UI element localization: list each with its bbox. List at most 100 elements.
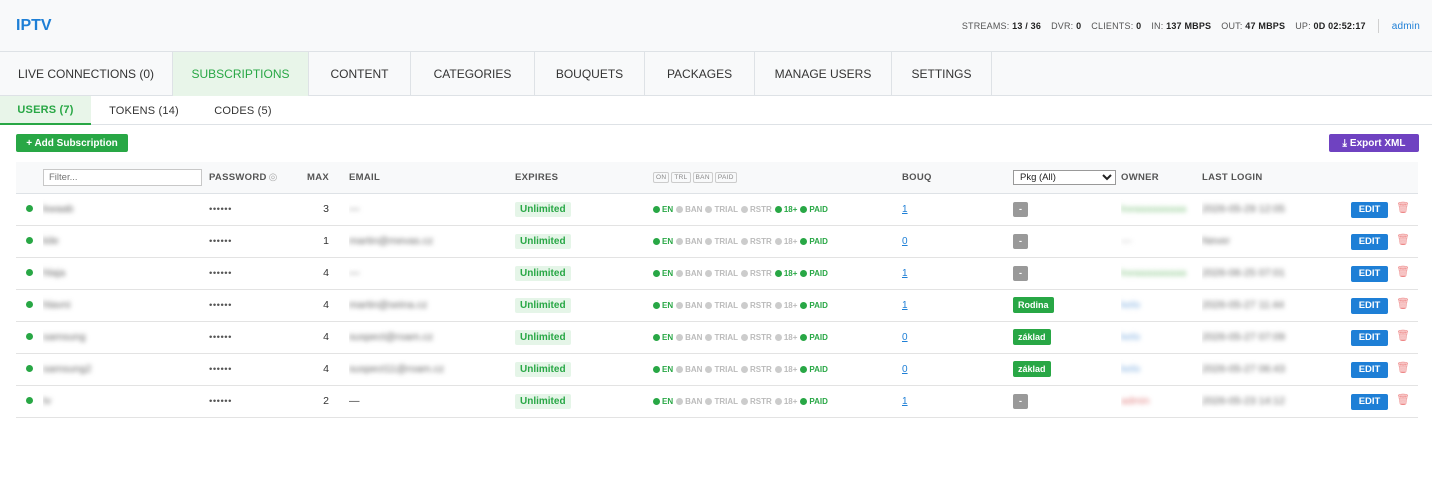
flag-trial[interactable]: TRIAL <box>705 397 738 406</box>
edit-button[interactable]: EDIT <box>1351 265 1389 282</box>
flag-paid[interactable]: PAID <box>800 301 828 310</box>
trash-icon[interactable]: 🗑 <box>1396 233 1410 246</box>
flag-trial[interactable]: TRIAL <box>705 237 738 246</box>
trash-icon[interactable]: 🗑 <box>1396 201 1410 214</box>
flag-dot-icon <box>705 270 713 277</box>
subtab-tokens[interactable]: TOKENS (14) <box>91 96 197 125</box>
flag-18plus[interactable]: 18+ <box>774 205 797 214</box>
admin-user-link[interactable]: admin <box>1392 21 1420 32</box>
tab-content[interactable]: CONTENT <box>309 52 411 96</box>
owner: kwaaaaaaaaa <box>1121 203 1187 215</box>
flag-18plus[interactable]: 18+ <box>774 237 797 246</box>
tab-categories[interactable]: CATEGORIES <box>411 52 535 96</box>
flag-ban[interactable]: BAN <box>676 397 702 406</box>
flag-trial[interactable]: TRIAL <box>705 365 738 374</box>
flag-rstr[interactable]: RSTR <box>741 205 772 214</box>
flag-rstr[interactable]: RSTR <box>741 269 772 278</box>
flag-en[interactable]: EN <box>653 365 673 374</box>
flag-en[interactable]: EN <box>653 269 673 278</box>
flag-18plus[interactable]: 18+ <box>774 397 797 406</box>
add-subscription-button[interactable]: + Add Subscription <box>16 134 128 152</box>
flag-en[interactable]: EN <box>653 237 673 246</box>
export-xml-button[interactable]: ⤓ Export XML <box>1329 134 1419 152</box>
flag-ban[interactable]: BAN <box>676 365 702 374</box>
flag-18plus[interactable]: 18+ <box>774 333 797 342</box>
flag-filter-paid[interactable]: PAID <box>714 172 737 184</box>
flag-trial[interactable]: TRIAL <box>705 269 738 278</box>
flags-cell: EN BAN TRIAL RSTR 18+ PAID <box>653 321 902 353</box>
bouq-cell: 0 <box>902 321 1013 353</box>
edit-button[interactable]: EDIT <box>1351 361 1389 378</box>
flag-paid[interactable]: PAID <box>800 237 828 246</box>
flag-en[interactable]: EN <box>653 397 673 406</box>
status-cell <box>16 321 43 353</box>
flag-ban[interactable]: BAN <box>676 205 702 214</box>
flag-rstr[interactable]: RSTR <box>741 301 772 310</box>
flag-18plus[interactable]: 18+ <box>774 301 797 310</box>
flag-en[interactable]: EN <box>653 205 673 214</box>
flag-trial[interactable]: TRIAL <box>705 205 738 214</box>
flag-trial[interactable]: TRIAL <box>705 333 738 342</box>
trash-icon[interactable]: 🗑 <box>1396 329 1410 342</box>
bouquet-count-link[interactable]: 0 <box>902 236 908 247</box>
flag-label: EN <box>662 237 674 246</box>
stat-4: OUT: 47 MBPS <box>1221 21 1285 31</box>
flag-rstr[interactable]: RSTR <box>741 397 772 406</box>
flag-en[interactable]: EN <box>653 333 673 342</box>
flag-18plus[interactable]: 18+ <box>774 269 797 278</box>
subtab-users[interactable]: USERS (7) <box>0 96 91 125</box>
bouquet-count-link[interactable]: 1 <box>902 204 908 215</box>
flag-label: PAID <box>809 333 828 342</box>
edit-button[interactable]: EDIT <box>1351 201 1389 218</box>
tab-subscriptions[interactable]: SUBSCRIPTIONS <box>173 52 309 96</box>
flag-paid[interactable]: PAID <box>800 365 828 374</box>
tab-packages[interactable]: PACKAGES <box>645 52 755 96</box>
tab-settings[interactable]: SETTINGS <box>892 52 992 96</box>
flag-trial[interactable]: TRIAL <box>705 301 738 310</box>
trash-icon[interactable]: 🗑 <box>1396 265 1410 278</box>
tab-bouquets[interactable]: BOUQUETS <box>535 52 645 96</box>
flag-dot-icon <box>800 302 808 309</box>
flag-18plus[interactable]: 18+ <box>774 365 797 374</box>
edit-button[interactable]: EDIT <box>1351 297 1389 314</box>
flag-ban[interactable]: BAN <box>676 237 702 246</box>
bouquet-count-link[interactable]: 1 <box>902 300 908 311</box>
edit-button[interactable]: EDIT <box>1351 329 1389 346</box>
flag-filter-trl[interactable]: TRL <box>671 172 691 184</box>
toolbar: + Add Subscription ⤓ Export XML <box>0 125 1432 159</box>
flag-rstr[interactable]: RSTR <box>741 365 772 374</box>
tab-manage-users[interactable]: MANAGE USERS <box>755 52 892 96</box>
edit-button[interactable]: EDIT <box>1351 393 1389 410</box>
bouquet-count-link[interactable]: 1 <box>902 396 908 407</box>
app-title[interactable]: IPTV <box>16 17 52 35</box>
filter-input[interactable] <box>43 168 202 186</box>
flag-filter-ban[interactable]: BAN <box>692 172 713 184</box>
flag-rstr[interactable]: RSTR <box>741 237 772 246</box>
edit-button[interactable]: EDIT <box>1351 233 1389 250</box>
flag-paid[interactable]: PAID <box>800 269 828 278</box>
status-dot-icon <box>26 237 33 244</box>
trash-icon[interactable]: 🗑 <box>1396 393 1410 406</box>
package-filter-select[interactable]: Pkg (All) <box>1013 169 1116 185</box>
bouquet-count-link[interactable]: 0 <box>902 332 908 343</box>
username-cell: kile <box>43 225 209 257</box>
username-cell: samsung <box>43 321 209 353</box>
flag-ban[interactable]: BAN <box>676 301 702 310</box>
flag-ban[interactable]: BAN <box>676 269 702 278</box>
eye-off-icon[interactable]: ◎ <box>269 172 278 183</box>
flag-paid[interactable]: PAID <box>800 397 828 406</box>
trash-icon[interactable]: 🗑 <box>1396 361 1410 374</box>
flag-filter-on[interactable]: ON <box>653 172 670 184</box>
flag-paid[interactable]: PAID <box>800 205 828 214</box>
expires-cell: Unlimited <box>515 257 653 289</box>
bouquet-count-link[interactable]: 1 <box>902 268 908 279</box>
subtab-codes[interactable]: CODES (5) <box>197 96 289 125</box>
flag-ban[interactable]: BAN <box>676 333 702 342</box>
bouquet-count-link[interactable]: 0 <box>902 364 908 375</box>
tab-live-connections[interactable]: LIVE CONNECTIONS (0) <box>0 52 173 96</box>
flag-en[interactable]: EN <box>653 301 673 310</box>
package-cell: základ <box>1013 353 1121 385</box>
trash-icon[interactable]: 🗑 <box>1396 297 1410 310</box>
flag-rstr[interactable]: RSTR <box>741 333 772 342</box>
flag-paid[interactable]: PAID <box>800 333 828 342</box>
